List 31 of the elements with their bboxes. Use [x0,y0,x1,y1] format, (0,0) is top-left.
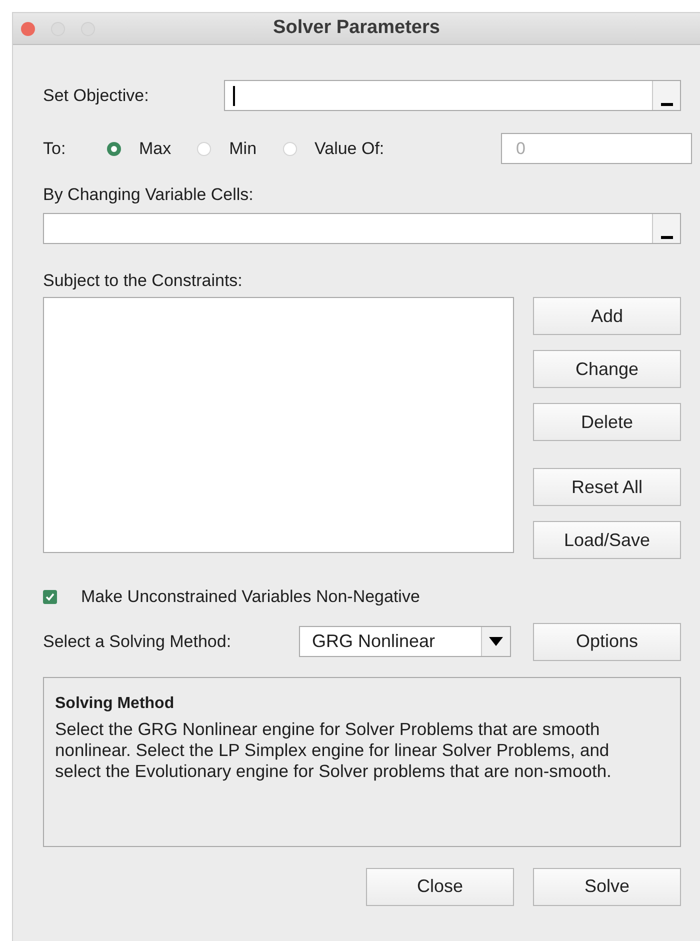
text-cursor [233,86,235,106]
dialog-button[interactable]: Change [533,350,681,388]
dialog-button[interactable]: Reset All [533,468,681,506]
dialog-button[interactable]: Solve [533,868,681,906]
description-title: Solving Method [55,694,176,714]
to-label: To: [43,138,67,160]
radio-icon[interactable] [107,142,121,156]
radio-icon[interactable] [197,142,212,156]
dialog-button[interactable]: Close [366,868,514,906]
variable-cells-label: By Changing Variable Cells: [43,184,254,206]
reference-field[interactable] [43,212,681,244]
objective-label: Set Objective: [43,84,150,107]
reference-field[interactable] [224,80,681,111]
window-title: Solver Parameters [273,16,440,40]
description-text: Select the GRG Nonlinear engine for Solver Problems that are smooth nonlinear. Select the LP Simplex engine for linear Solver Problems, and select the Evolutionary engine for Solver problems that are non-smooth. [55,718,612,782]
collapse-icon[interactable] [652,214,680,242]
radio-option[interactable]: Min [197,136,257,162]
close-icon[interactable] [21,22,35,36]
collapse-icon[interactable] [652,81,680,110]
non-negative-checkbox[interactable]: Make Unconstrained Variables Non-Negative [43,584,692,610]
dialog-button[interactable]: Options [533,622,681,660]
dialog-button[interactable]: Load/Save [533,521,681,559]
constraints-label: Subject to the Constraints: [43,270,244,292]
dialog-button[interactable]: Add [533,297,681,335]
dialog-button[interactable]: Delete [533,403,681,441]
radio-icon[interactable] [282,142,297,156]
radio-option[interactable]: Max [107,136,172,162]
checkbox-icon[interactable] [43,590,57,604]
method-label: Select a Solving Method: [43,630,232,653]
radio-option[interactable]: Value Of: [282,136,384,162]
method-dropdown[interactable]: GRG Nonlinear [299,626,511,657]
